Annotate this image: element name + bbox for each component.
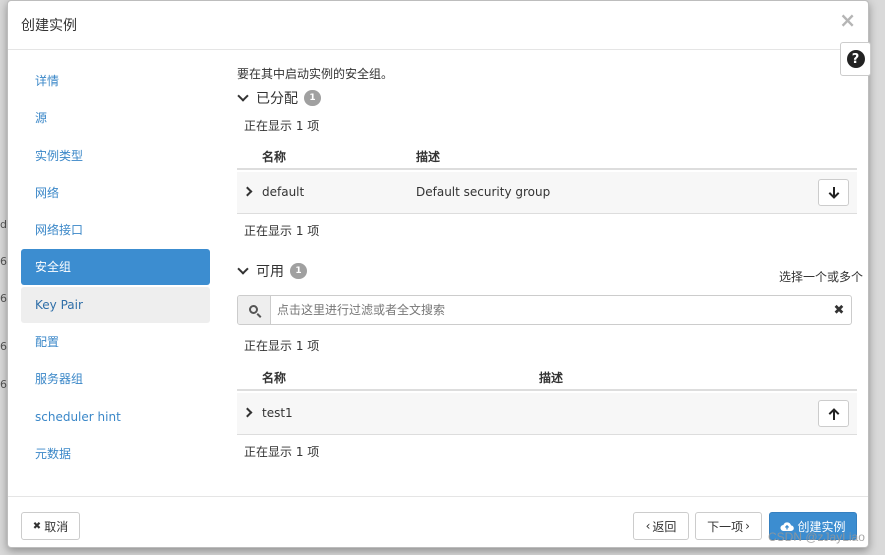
deallocate-button[interactable] [818,179,849,206]
filter-search-box: ✖ [237,295,852,325]
modal-title: 创建实例 [21,18,77,34]
chevron-right-icon[interactable] [242,186,253,197]
sidebar-item-security-groups[interactable]: 安全组 [21,249,210,286]
chevron-down-icon [237,262,249,275]
available-showing-count: 正在显示 1 项 [244,339,320,353]
watermark: CSDN @zJayLiao [768,530,865,544]
back-label: 返回 [652,519,677,534]
allocated-count-badge: 1 [304,90,321,106]
allocated-showing-count: 正在显示 1 项 [244,119,320,133]
allocated-table-header: 名称 描述 [237,140,857,170]
modal-footer: ✖ 取消 ‹ 返回 下一项 › 创建实例 [8,496,868,548]
close-icon[interactable]: × [839,10,856,30]
clear-icon[interactable]: ✖ [827,296,851,324]
column-header-name[interactable]: 名称 [262,148,286,165]
allocated-section-toggle[interactable]: 已分配 1 [237,88,321,108]
close-icon: ✖ [32,520,42,532]
wizard-sidebar: 详情 源 实例类型 网络 网络接口 安全组 Key Pair 配置 服务器组 s… [21,63,210,473]
modal-header: 创建实例 × [8,1,868,50]
sidebar-item-source[interactable]: 源 [21,100,210,136]
select-one-or-more-hint: 选择一个或多个 [778,270,863,284]
row-name: test1 [262,406,293,420]
chevron-right-icon: › [745,519,750,533]
row-description: Default security group [416,185,551,199]
chevron-right-icon[interactable] [242,407,253,418]
column-header-description[interactable]: 描述 [539,369,563,386]
available-table-header: 名称 描述 [237,361,857,391]
back-button[interactable]: ‹ 返回 [633,512,689,540]
row-name: default [262,185,305,199]
chevron-left-icon: ‹ [645,519,651,533]
next-button[interactable]: 下一项 › [695,512,762,540]
arrow-down-icon [828,186,839,199]
arrow-up-icon [828,407,839,420]
question-icon: ? [846,50,865,68]
search-icon [248,304,258,314]
next-label: 下一项 [707,519,744,534]
sidebar-item-key-pair[interactable]: Key Pair [21,286,210,323]
table-row: test1 [237,393,857,435]
table-row: default Default security group [237,172,857,214]
cancel-label: 取消 [44,519,69,534]
allocated-showing-count-footer: 正在显示 1 项 [244,224,320,238]
search-input[interactable] [271,296,827,324]
cancel-button[interactable]: ✖ 取消 [21,512,80,540]
sidebar-item-details[interactable]: 详情 [21,63,210,99]
sidebar-item-configuration[interactable]: 配置 [21,324,210,360]
chevron-down-icon [237,89,249,102]
sidebar-item-network-ports[interactable]: 网络接口 [21,212,210,248]
column-header-name[interactable]: 名称 [262,369,286,386]
sidebar-item-metadata[interactable]: 元数据 [21,436,210,472]
search-icon-addon [238,296,271,324]
available-section-toggle[interactable]: 可用 1 [237,261,307,281]
allocate-button[interactable] [818,400,849,427]
available-count-badge: 1 [290,263,307,279]
available-showing-count-footer: 正在显示 1 项 [244,445,320,459]
intro-text: 要在其中启动实例的安全组。 [237,67,394,81]
available-title: 可用 [256,264,284,280]
sidebar-item-server-groups[interactable]: 服务器组 [21,361,210,397]
column-header-description[interactable]: 描述 [416,148,440,165]
sidebar-item-flavor[interactable]: 实例类型 [21,138,210,174]
sidebar-item-networks[interactable]: 网络 [21,175,210,211]
launch-instance-modal: 创建实例 × ? 详情 源 实例类型 网络 网络接口 安全组 Key Pair … [7,0,871,548]
sidebar-item-scheduler-hint[interactable]: scheduler hint [21,399,210,435]
allocated-title: 已分配 [256,91,298,107]
help-button[interactable]: ? [840,42,871,76]
